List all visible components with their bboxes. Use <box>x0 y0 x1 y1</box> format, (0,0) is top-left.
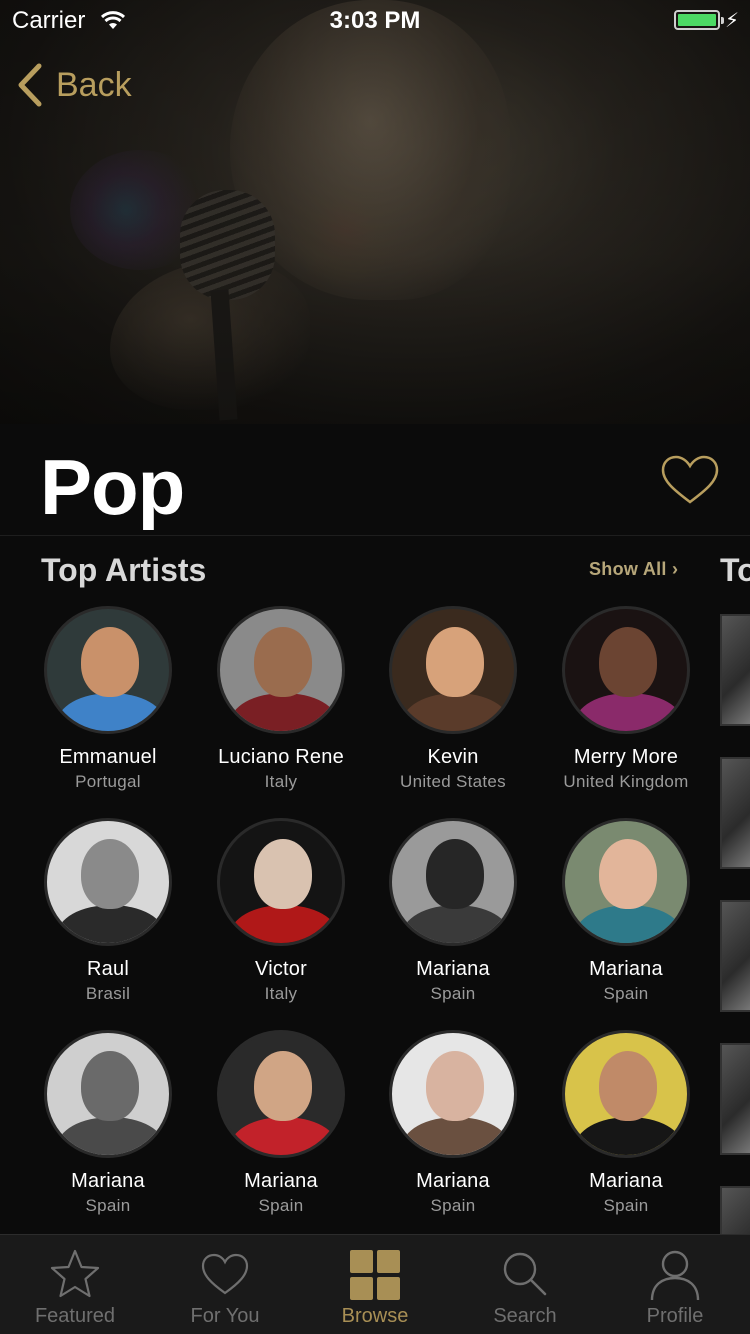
grid-icon <box>350 1250 400 1300</box>
tab-label: Search <box>493 1305 557 1327</box>
artist-card[interactable]: Mariana Spain <box>195 1030 367 1216</box>
genre-header: Pop <box>0 424 750 536</box>
album-thumbnail[interactable] <box>720 614 750 726</box>
artist-card[interactable]: Victor Italy <box>195 818 367 1004</box>
artist-country: United Kingdom <box>563 772 689 791</box>
tab-label: Featured <box>34 1305 116 1327</box>
artist-name: Mariana <box>589 958 663 980</box>
favorite-heart-icon[interactable] <box>660 454 720 506</box>
artist-name: Luciano Rene <box>218 746 344 768</box>
artist-name: Raul <box>87 958 129 980</box>
artist-avatar <box>562 818 690 946</box>
artist-name: Merry More <box>573 746 679 768</box>
charging-icon: ⚡ <box>725 10 740 32</box>
album-thumbnail[interactable] <box>720 900 750 1012</box>
artist-name: Emmanuel <box>59 746 157 768</box>
artist-country: Spain <box>430 1196 476 1215</box>
status-bar: Carrier 3:03 PM ⚡ <box>0 0 750 40</box>
artist-name: Mariana <box>244 1170 318 1192</box>
tab-label: Profile <box>646 1305 704 1327</box>
artist-name: Mariana <box>71 1170 145 1192</box>
next-section-thumbnails <box>720 614 750 1329</box>
battery-icon <box>674 10 724 30</box>
artist-country: Italy <box>264 772 298 791</box>
artist-avatar <box>44 818 172 946</box>
tab-bar: Featured For You Browse Search Profile <box>0 1234 750 1334</box>
artist-card[interactable]: Mariana Spain <box>540 818 712 1004</box>
artist-avatar <box>217 818 345 946</box>
artist-name: Victor <box>255 958 307 980</box>
artist-avatar <box>562 606 690 734</box>
album-thumbnail[interactable] <box>720 757 750 869</box>
artist-card[interactable]: Kevin United States <box>367 606 539 792</box>
artist-country: Brasil <box>85 984 131 1003</box>
artist-card[interactable]: Mariana Spain <box>22 1030 194 1216</box>
artist-card[interactable]: Raul Brasil <box>22 818 194 1004</box>
artist-name: Mariana <box>416 958 490 980</box>
tab-search[interactable]: Search <box>450 1235 600 1334</box>
artist-avatar <box>562 1030 690 1158</box>
artist-country: Spain <box>258 1196 304 1215</box>
tab-browse[interactable]: Browse <box>300 1235 450 1334</box>
artist-avatar <box>44 606 172 734</box>
tab-featured[interactable]: Featured <box>0 1235 150 1334</box>
next-section-title: To <box>720 552 750 588</box>
artist-avatar <box>217 1030 345 1158</box>
tab-label: Browse <box>341 1305 409 1327</box>
artist-avatar <box>389 1030 517 1158</box>
artist-card[interactable]: Merry More United Kingdom <box>540 606 712 792</box>
artist-country: Italy <box>264 984 298 1003</box>
search-icon <box>503 1252 547 1296</box>
artist-avatar <box>217 606 345 734</box>
tab-label: For You <box>190 1305 260 1327</box>
back-button[interactable]: Back <box>14 60 132 110</box>
chevron-left-icon <box>18 63 42 107</box>
back-label: Back <box>56 65 132 104</box>
artist-avatar <box>44 1030 172 1158</box>
star-icon <box>50 1249 100 1298</box>
artist-card[interactable]: Luciano Rene Italy <box>195 606 367 792</box>
artist-card[interactable]: Emmanuel Portugal <box>22 606 194 792</box>
artist-avatar <box>389 606 517 734</box>
artist-country: Spain <box>603 984 649 1003</box>
album-thumbnail[interactable] <box>720 1043 750 1155</box>
clock: 3:03 PM <box>329 7 421 34</box>
artist-country: Spain <box>603 1196 649 1215</box>
artist-card[interactable]: Mariana Spain <box>367 818 539 1004</box>
person-icon <box>650 1250 700 1301</box>
page-title: Pop <box>40 443 185 531</box>
artist-country: Portugal <box>75 772 141 791</box>
tab-profile[interactable]: Profile <box>600 1235 750 1334</box>
artist-name: Mariana <box>416 1170 490 1192</box>
artist-country: Spain <box>85 1196 131 1215</box>
section-title: Top Artists <box>41 552 207 588</box>
show-all-link[interactable]: Show All › <box>589 559 678 580</box>
artist-country: Spain <box>430 984 476 1003</box>
artist-name: Mariana <box>589 1170 663 1192</box>
tab-for-you[interactable]: For You <box>150 1235 300 1334</box>
artist-name: Kevin <box>427 746 479 768</box>
artist-card[interactable]: Mariana Spain <box>540 1030 712 1216</box>
artist-avatar <box>389 818 517 946</box>
artist-country: United States <box>400 772 506 791</box>
artist-card[interactable]: Mariana Spain <box>367 1030 539 1216</box>
heart-icon <box>201 1253 249 1295</box>
